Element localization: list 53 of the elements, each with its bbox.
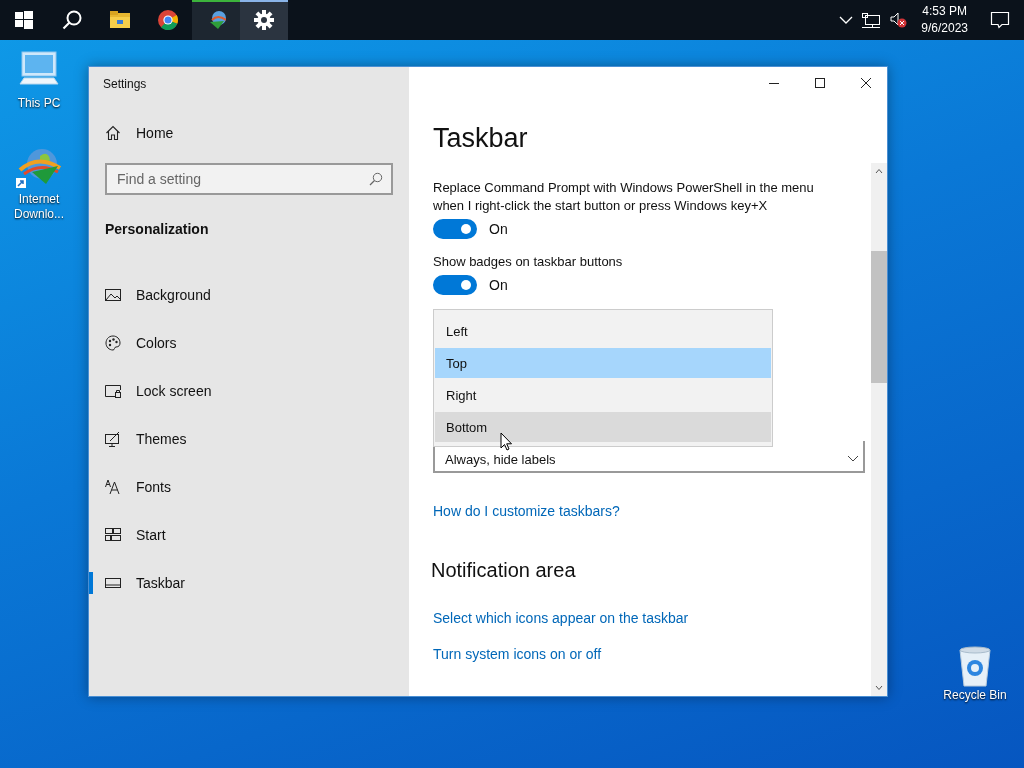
setting-label: Show badges on taskbar buttons — [433, 253, 624, 271]
dropdown-field[interactable]: Always, hide labels — [433, 441, 865, 473]
sidebar-item[interactable]: Background — [89, 271, 409, 319]
desktop-icon-label[interactable]: Internet Downlo... — [11, 192, 67, 222]
dropdown-option[interactable]: Left — [435, 316, 771, 346]
windows-logo-icon — [14, 10, 34, 30]
sidebar-item[interactable]: Start — [89, 511, 409, 559]
sidebar-item[interactable]: Lock screen — [89, 367, 409, 415]
section-heading: Notification area — [431, 559, 577, 582]
toggle-state-text: On — [489, 277, 508, 293]
help-link[interactable]: How do I customize taskbars? — [433, 503, 620, 519]
gear-icon — [254, 10, 274, 30]
window-title: Settings — [103, 77, 148, 91]
home-icon — [105, 125, 121, 141]
picture-frame-icon — [105, 287, 121, 303]
toggle-switch[interactable] — [433, 219, 477, 239]
clock[interactable]: 4:53 PM 9/6/2023 — [911, 3, 978, 37]
tiles-icon — [105, 527, 121, 543]
home-nav-item[interactable]: Home — [105, 115, 409, 151]
search-icon — [369, 172, 383, 186]
page-heading: Taskbar — [433, 122, 529, 155]
chevron-down-icon — [847, 455, 859, 463]
lock-screen-icon — [105, 383, 121, 399]
scrollbar-thumb[interactable] — [871, 251, 887, 383]
search-icon — [62, 10, 82, 30]
setting-label: Replace Command Prompt with Windows PowerShell in the menu when I right-click the start button or press Windows key+X — [433, 179, 815, 215]
desktop-icon-label[interactable]: Recycle Bin — [935, 688, 1015, 703]
toggle-switch[interactable] — [433, 275, 477, 295]
folder-icon — [110, 10, 130, 30]
scrollbar[interactable] — [871, 163, 887, 696]
muted-speaker-icon[interactable] — [889, 12, 908, 28]
palette-icon — [105, 335, 121, 351]
dropdown-option[interactable]: Bottom — [435, 412, 771, 442]
network-icon[interactable] — [861, 12, 882, 28]
settings-link[interactable]: Select which icons appear on the taskbar — [433, 610, 689, 626]
search-field[interactable]: Find a setting — [105, 163, 393, 195]
sidebar-item[interactable]: Themes — [89, 415, 409, 463]
brush-monitor-icon — [105, 431, 121, 447]
toggle-state-text: On — [489, 221, 508, 237]
settings-link[interactable]: Turn system icons on or off — [433, 646, 602, 662]
font-icon — [105, 479, 121, 495]
sidebar-item[interactable]: Colors — [89, 319, 409, 367]
mouse-cursor-icon — [500, 432, 514, 452]
notification-icon[interactable] — [990, 11, 1010, 29]
taskbar-button[interactable] — [240, 0, 288, 40]
chrome-icon — [158, 10, 178, 30]
taskbar-icon — [105, 575, 121, 591]
chevron-icon[interactable] — [839, 15, 854, 25]
sidebar-item[interactable]: Fonts — [89, 463, 409, 511]
taskbar-button[interactable] — [192, 0, 240, 40]
section-heading: Personalization — [105, 221, 210, 237]
dropdown-option[interactable]: Top — [435, 348, 771, 378]
dropdown-option[interactable]: Right — [435, 380, 771, 410]
